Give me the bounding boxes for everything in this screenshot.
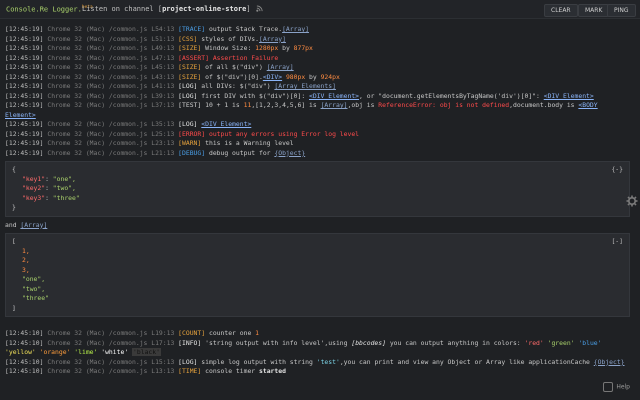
log-line: [12:45:19] Chrome 32 (Mac) /common.js L3… bbox=[5, 120, 252, 128]
log-line: [12:45:10] Chrome 32 (Mac) /common.js L1… bbox=[5, 367, 286, 375]
log-line: [12:45:19] Chrome 32 (Mac) /common.js L3… bbox=[5, 91, 594, 100]
ping-button[interactable]: PING bbox=[607, 4, 636, 17]
log-output: [12:45:19] Chrome 32 (Mac) /common.js L5… bbox=[5, 25, 630, 377]
element-link[interactable]: <DIV Element> bbox=[309, 92, 359, 100]
app-brand: Console.Re Logger.beta bbox=[6, 5, 93, 14]
array-entry: "one", bbox=[22, 275, 46, 283]
element-link[interactable]: <DIV Element> bbox=[544, 92, 594, 100]
log-line: [12:45:19] Chrome 32 (Mac) /common.js L3… bbox=[5, 101, 598, 119]
channel-name: project-online-store bbox=[162, 5, 247, 13]
object-link[interactable]: {Object} bbox=[274, 149, 305, 157]
log-line: [12:45:19] Chrome 32 (Mac) /common.js L4… bbox=[5, 82, 336, 90]
object-entry: "key3": "three" bbox=[22, 193, 80, 202]
array-entry: 1, bbox=[22, 246, 30, 255]
log-line: [12:45:19] Chrome 32 (Mac) /common.js L4… bbox=[5, 53, 279, 62]
collapse-toggle[interactable]: {-} bbox=[611, 165, 623, 173]
array-entry: 3, bbox=[22, 265, 30, 274]
log-line: [12:45:10] Chrome 32 (Mac) /common.js L1… bbox=[5, 338, 602, 356]
array-link[interactable]: [Array] bbox=[282, 25, 309, 33]
gear-icon[interactable] bbox=[626, 195, 638, 207]
collapse-toggle[interactable]: [-] bbox=[611, 237, 623, 245]
log-line: [12:45:19] Chrome 32 (Mac) /common.js L5… bbox=[5, 25, 310, 33]
log-line: [12:45:19] Chrome 32 (Mac) /common.js L4… bbox=[5, 63, 294, 71]
object-link[interactable]: {Object} bbox=[594, 358, 625, 366]
array-elements-link[interactable]: [Array Elements] bbox=[274, 82, 336, 90]
rss-icon[interactable] bbox=[256, 5, 263, 12]
object-block: {-} { "key1": "one", "key2": "two", "key… bbox=[5, 161, 630, 217]
array-link[interactable]: [Array] bbox=[267, 63, 294, 71]
log-line: [12:45:19] Chrome 32 (Mac) /common.js L4… bbox=[5, 72, 340, 81]
mark-button[interactable]: MARK bbox=[578, 4, 610, 17]
log-line: [12:45:10] Chrome 32 (Mac) /common.js L1… bbox=[5, 357, 625, 366]
log-line: [12:45:19] Chrome 32 (Mac) /common.js L5… bbox=[5, 34, 286, 43]
clear-button[interactable]: CLEAR bbox=[544, 4, 578, 17]
array-link[interactable]: [Array] bbox=[321, 101, 348, 109]
log-line: [12:45:19] Chrome 32 (Mac) /common.js L2… bbox=[5, 148, 306, 157]
help-icon bbox=[603, 382, 614, 392]
object-entry: "key1": "one", bbox=[22, 174, 76, 183]
element-link[interactable]: <DIV> bbox=[263, 73, 282, 81]
top-bar: Console.Re Logger.beta Listen on channel… bbox=[0, 0, 640, 19]
log-line: [12:45:19] Chrome 32 (Mac) /common.js L2… bbox=[5, 129, 360, 138]
object-entry: "key2": "two", bbox=[22, 184, 76, 192]
log-line: [12:45:19] Chrome 32 (Mac) /common.js L2… bbox=[5, 139, 294, 147]
log-line: and [Array] bbox=[5, 220, 48, 229]
element-link[interactable]: <DIV Element> bbox=[201, 120, 251, 128]
array-entry: "two", bbox=[22, 284, 46, 293]
array-entry: "three" bbox=[22, 294, 49, 302]
array-link[interactable]: [Array] bbox=[259, 35, 286, 43]
log-line: [12:45:19] Chrome 32 (Mac) /common.js L4… bbox=[5, 44, 313, 52]
channel-status: Listen on channel [project-online-store] bbox=[82, 5, 251, 13]
array-entry: 2, bbox=[22, 256, 30, 264]
array-link[interactable]: [Array] bbox=[20, 221, 47, 229]
help-button[interactable]: Help bbox=[603, 382, 630, 392]
array-block: [-] [ 1, 2, 3, "one", "two", "three" ] bbox=[5, 233, 630, 317]
log-line: [12:45:10] Chrome 32 (Mac) /common.js L1… bbox=[5, 329, 259, 337]
